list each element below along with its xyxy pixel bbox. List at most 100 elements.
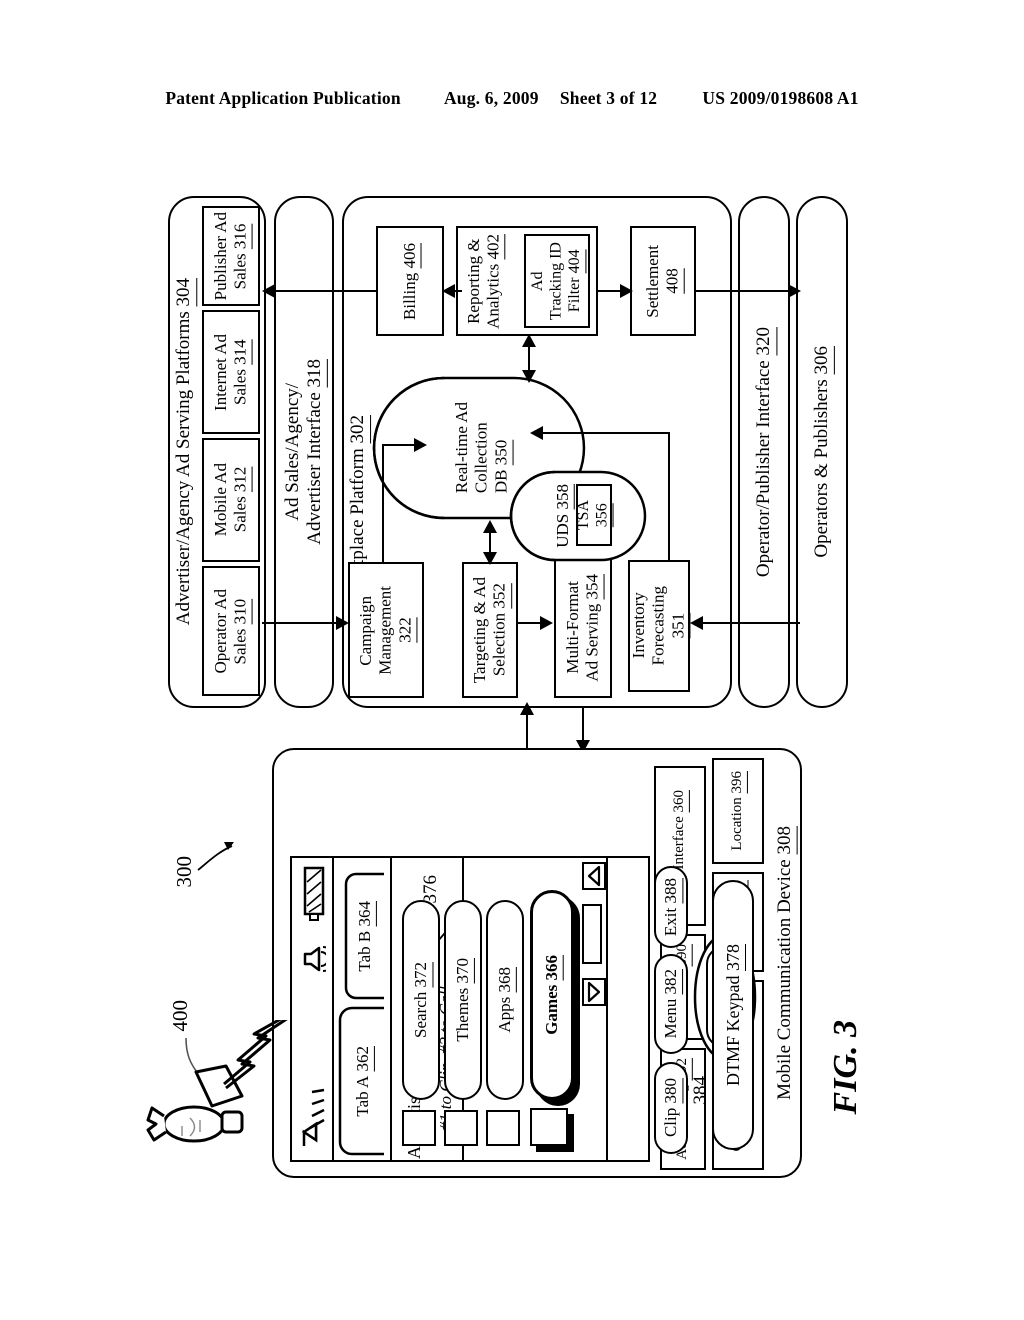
- menu-item-search-label: Search: [411, 991, 431, 1038]
- box-campaign-management[interactable]: Campaign Management 322: [348, 562, 424, 698]
- box-316-line2: Sales: [231, 252, 250, 289]
- db-350-line3: DB: [491, 469, 511, 494]
- keypad-dtmf-pill[interactable]: DTMF Keypad 378: [712, 880, 754, 1150]
- menu-icon-search: [402, 1110, 436, 1146]
- connector-406-to-316: [268, 290, 378, 292]
- box-356-label: TSA: [575, 499, 593, 531]
- menu-item-search-ref: 372: [411, 961, 431, 988]
- device-title: Mobile Communication Device 308: [772, 756, 798, 1170]
- signal-bars-icon: [300, 1062, 326, 1148]
- box-352-line1: Targeting & Ad: [470, 576, 490, 684]
- box-operator-ad-sales[interactable]: Operator Ad Sales 310: [202, 566, 260, 696]
- box-tsa[interactable]: TSA 356: [575, 484, 612, 546]
- box-inventory-forecasting[interactable]: Inventory Forecasting 351: [628, 560, 690, 692]
- box-internet-ad-sales[interactable]: Internet Ad Sales 314: [202, 310, 260, 434]
- softkey-exit[interactable]: Exit 388: [654, 866, 688, 948]
- db-350-line1: Real-time Ad: [452, 402, 472, 494]
- box-322-line1: Campaign: [356, 595, 376, 665]
- panel-306-ref: 306: [810, 346, 832, 375]
- box-402-line1: Reporting &: [464, 238, 483, 324]
- box-multiformat-ad-serving[interactable]: Multi-Format Ad Serving 354: [554, 558, 612, 698]
- box-354-line1: Multi-Format: [563, 581, 583, 675]
- box-352-line2: Selection: [490, 613, 509, 677]
- panel-304-title-text: Advertiser/Agency Ad Serving Platforms: [172, 311, 194, 626]
- menu-icon-apps: [486, 1110, 520, 1146]
- satellite-icon: [138, 1014, 298, 1170]
- connector-408-to-306: [696, 290, 798, 292]
- panel-operators-publishers-title: Operators & Publishers 306: [798, 200, 846, 704]
- box-310-line2: Sales: [231, 627, 250, 664]
- box-406-line1: Billing: [400, 272, 420, 320]
- softkey-clip[interactable]: Clip 380: [654, 1062, 688, 1154]
- menu-item-apps-ref: 368: [495, 967, 515, 993]
- tab-b-ref: 364: [355, 900, 375, 927]
- arrowhead-322-to-db350: [414, 438, 427, 452]
- arrowhead-408-to-306: [788, 284, 801, 298]
- connector-352-to-354: [518, 622, 542, 624]
- device-title-text: Mobile Communication Device: [773, 859, 795, 1100]
- menu-icon-games: [530, 1108, 568, 1146]
- menu-scroll-left-button[interactable]: [582, 862, 606, 890]
- box-314-ref: 314: [231, 339, 250, 365]
- menu-item-themes[interactable]: Themes 370: [444, 900, 482, 1100]
- panel-318-line1: Ad Sales/Agency/: [281, 383, 303, 521]
- connector-310-to-322: [262, 622, 336, 624]
- module-396-label: Location: [729, 797, 746, 851]
- arrowhead-db350-to-402: [522, 334, 536, 347]
- box-316-line1: Publisher Ad: [211, 211, 231, 301]
- box-322-ref: 322: [395, 617, 415, 643]
- panel-operator-publisher-interface-title: Operator/Publisher Interface 320: [740, 200, 788, 704]
- tab-a-label-text: Tab A: [353, 1075, 373, 1117]
- panel-302-ref: 302: [346, 415, 368, 444]
- box-312-line1: Mobile Ad: [211, 463, 231, 537]
- box-406-ref: 406: [400, 242, 420, 269]
- menulist-divider: [606, 858, 608, 1160]
- box-354-line2: Ad Serving: [583, 603, 602, 682]
- box-404-ref: 404: [566, 249, 584, 274]
- tab-a-ref: 362: [353, 1045, 373, 1072]
- box-mobile-ad-sales[interactable]: Mobile Ad Sales 312: [202, 438, 260, 562]
- box-312-ref: 312: [231, 467, 250, 493]
- softkey-menu-label: Menu: [661, 999, 681, 1039]
- box-402-ref: 402: [483, 233, 503, 260]
- panel-advertiser-interface-title: Ad Sales/Agency/ Advertiser Interface 31…: [276, 200, 332, 704]
- box-billing[interactable]: Billing 406: [376, 226, 444, 336]
- menu-scroll-right-button[interactable]: [582, 978, 606, 1006]
- statusbar-divider: [332, 858, 334, 1160]
- figure-3-drawing: Advertiser/Agency Ad Serving Platforms 3…: [0, 0, 1024, 1320]
- tab-b-label-text: Tab B: [355, 930, 375, 972]
- battery-icon: [303, 866, 325, 924]
- panel-ad-serving-platforms-title: Advertiser/Agency Ad Serving Platforms 3…: [170, 200, 198, 704]
- connector-322-up: [382, 444, 384, 564]
- menu-icon-themes: [444, 1110, 478, 1146]
- box-targeting-ad-selection[interactable]: Targeting & Ad Selection 352: [462, 562, 518, 698]
- tabs-divider: [390, 858, 392, 1160]
- box-408-line1: Settlement: [643, 244, 663, 318]
- menu-item-games[interactable]: Games 366: [530, 890, 574, 1100]
- db-realtime-ad-collection-label: Real-time Ad Collection DB 350: [440, 380, 524, 516]
- box-settlement[interactable]: Settlement 408: [630, 226, 696, 336]
- box-314-line1: Internet Ad: [211, 333, 231, 411]
- module-location[interactable]: Location 396: [712, 758, 764, 864]
- menu-item-search[interactable]: Search 372: [402, 900, 440, 1100]
- box-publisher-ad-sales[interactable]: Publisher Ad Sales 316: [202, 206, 260, 306]
- box-351-line1: Inventory: [629, 592, 649, 660]
- softkey-menu[interactable]: Menu 382: [654, 954, 688, 1054]
- device-ref: 308: [773, 826, 795, 855]
- db-uds-label: UDS 358: [552, 474, 574, 558]
- menu-item-games-label: Games: [542, 984, 562, 1035]
- connector-322-to-db350: [382, 444, 418, 446]
- keypad-dtmf-label: DTMF Keypad: [722, 975, 743, 1087]
- box-351-line2: Forecasting: [649, 586, 669, 666]
- figure-caption: FIG. 3: [826, 1020, 882, 1200]
- menu-item-apps-label: Apps: [495, 996, 515, 1033]
- box-408-ref: 408: [663, 268, 682, 294]
- module-360-ref: 360: [671, 790, 688, 813]
- box-ad-tracking-id-filter[interactable]: Ad Tracking ID Filter 404: [524, 234, 590, 328]
- menu-item-apps[interactable]: Apps 368: [486, 900, 524, 1100]
- softkey-exit-label: Exit: [661, 907, 681, 937]
- menu-scroll-indicator: [582, 904, 602, 964]
- panel-320-title-text: Operator/Publisher Interface: [752, 360, 774, 578]
- panel-318-ref: 318: [304, 359, 325, 388]
- system-ref-leader: [196, 838, 236, 874]
